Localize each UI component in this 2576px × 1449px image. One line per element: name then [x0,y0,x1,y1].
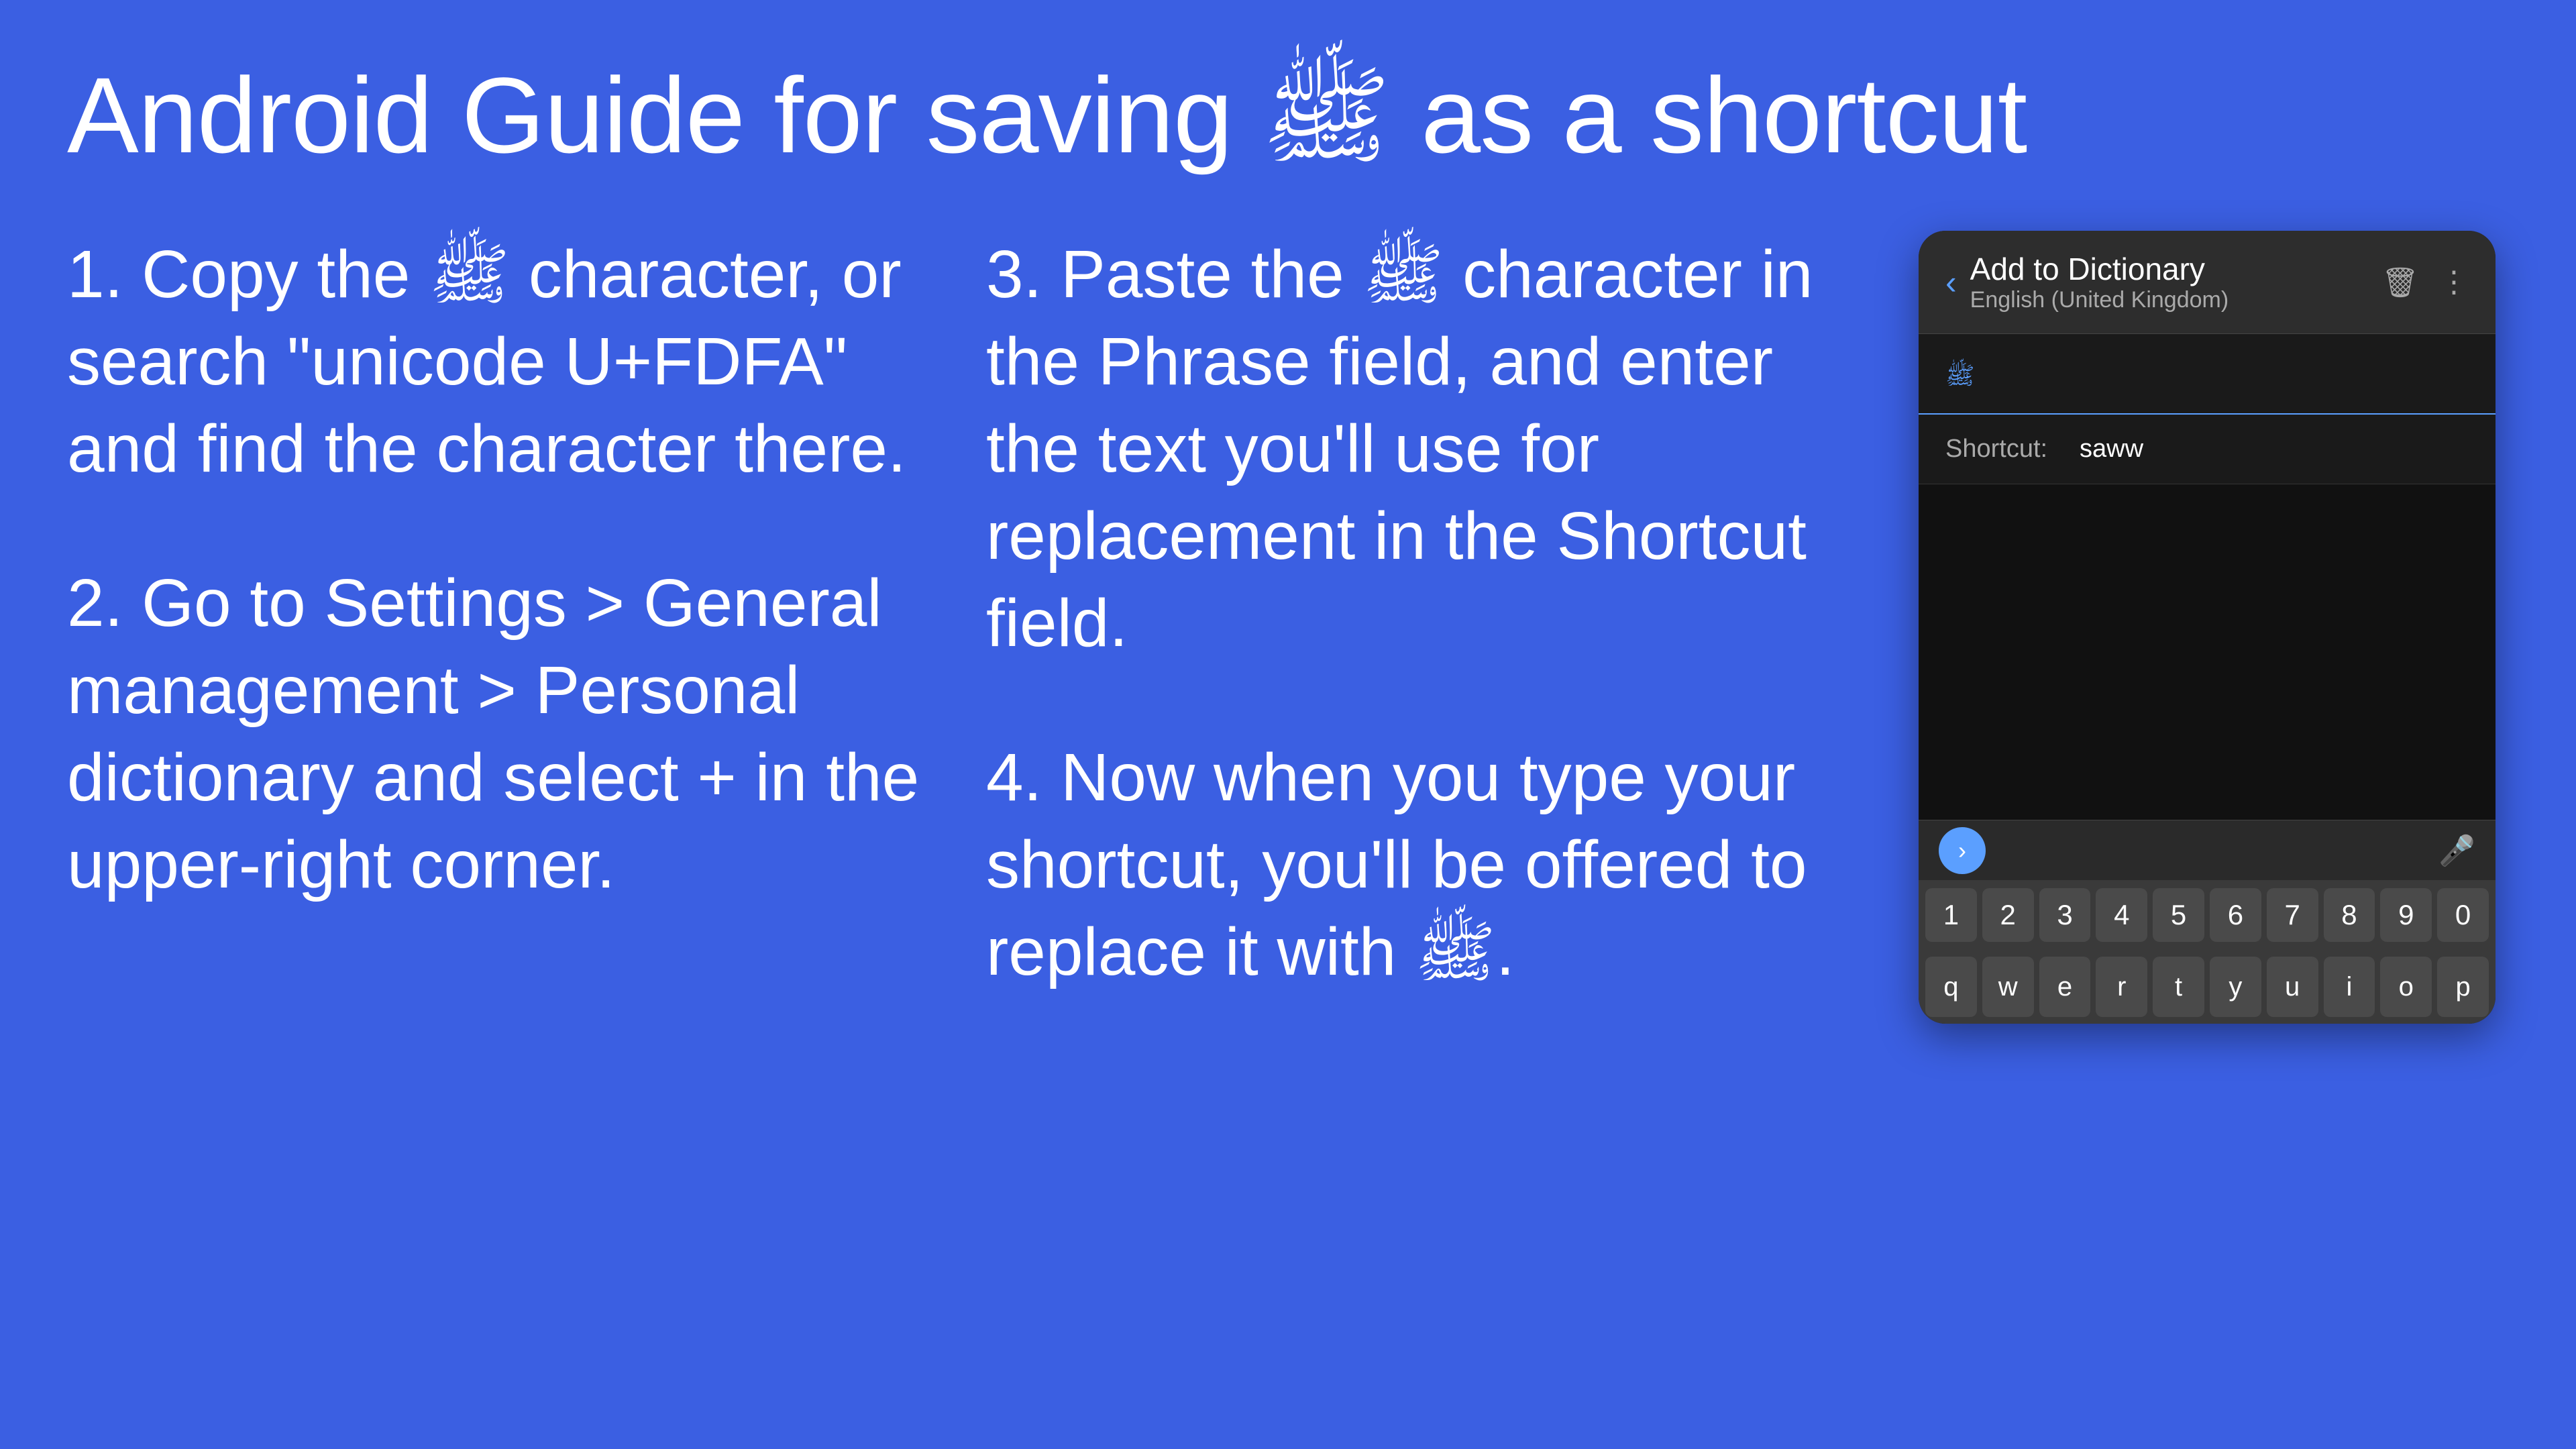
key-2[interactable]: 2 [1982,888,2034,942]
key-i[interactable]: i [2324,957,2375,1017]
phone-body [1919,484,2496,820]
step-4-text: 4. Now when you type your shortcut, you'… [986,734,1851,996]
step-1-text: 1. Copy the ﷺ character, or search "unic… [67,231,932,492]
key-y[interactable]: y [2210,957,2261,1017]
key-t[interactable]: t [2153,957,2204,1017]
key-e[interactable]: e [2039,957,2091,1017]
content-area: 1. Copy the ﷺ character, or search "unic… [67,231,2509,1395]
right-column: 3. Paste the ﷺ character in the Phrase f… [986,231,1851,1395]
phone-header-right: 🗑 ⋮ [2381,265,2469,300]
shortcut-area: Shortcut: saww [1919,415,2496,484]
key-q[interactable]: q [1925,957,1977,1017]
phone-header-title-group: Add to Dictionary English (United Kingdo… [1970,251,2229,313]
phone-header-subtitle: English (United Kingdom) [1970,287,2229,313]
key-8[interactable]: 8 [2324,888,2375,942]
keyboard-suggestion-bar: › 🎤 [1919,820,2496,880]
phone-header-left: ‹ Add to Dictionary English (United King… [1945,251,2229,313]
key-3[interactable]: 3 [2039,888,2091,942]
back-button[interactable]: ‹ [1945,263,1957,302]
shortcut-label: Shortcut: [1945,435,2066,464]
mic-icon[interactable]: 🎤 [2438,833,2475,868]
step-2-text: 2. Go to Settings > General management >… [67,559,932,908]
keyboard-row-1: q w e r t y u i o p [1919,950,2496,1024]
keyboard-number-row: 1 2 3 4 5 6 7 8 9 0 [1919,880,2496,950]
key-4[interactable]: 4 [2096,888,2147,942]
phone-header-title: Add to Dictionary [1970,251,2229,287]
phrase-input-area[interactable]: ﷺ [1919,334,2496,415]
key-w[interactable]: w [1982,957,2034,1017]
key-o[interactable]: o [2380,957,2432,1017]
key-p[interactable]: p [2437,957,2489,1017]
key-r[interactable]: r [2096,957,2147,1017]
key-1[interactable]: 1 [1925,888,1977,942]
key-9[interactable]: 9 [2380,888,2432,942]
trash-icon[interactable]: 🗑 [2381,265,2419,300]
page-title: Android Guide for saving ﷺ as a shortcut [67,54,2509,177]
more-icon[interactable]: ⋮ [2439,265,2469,299]
phone-mockup: ‹ Add to Dictionary English (United King… [1919,231,2496,1024]
key-u[interactable]: u [2267,957,2318,1017]
key-7[interactable]: 7 [2267,888,2318,942]
shortcut-value[interactable]: saww [2080,435,2143,464]
left-column: 1. Copy the ﷺ character, or search "unic… [67,231,932,1395]
key-6[interactable]: 6 [2210,888,2261,942]
phone-column: ‹ Add to Dictionary English (United King… [1905,231,2509,1395]
suggestion-arrow[interactable]: › [1939,827,1986,874]
key-0[interactable]: 0 [2437,888,2489,942]
key-5[interactable]: 5 [2153,888,2204,942]
step-3-text: 3. Paste the ﷺ character in the Phrase f… [986,231,1851,667]
phone-header: ‹ Add to Dictionary English (United King… [1919,231,2496,334]
